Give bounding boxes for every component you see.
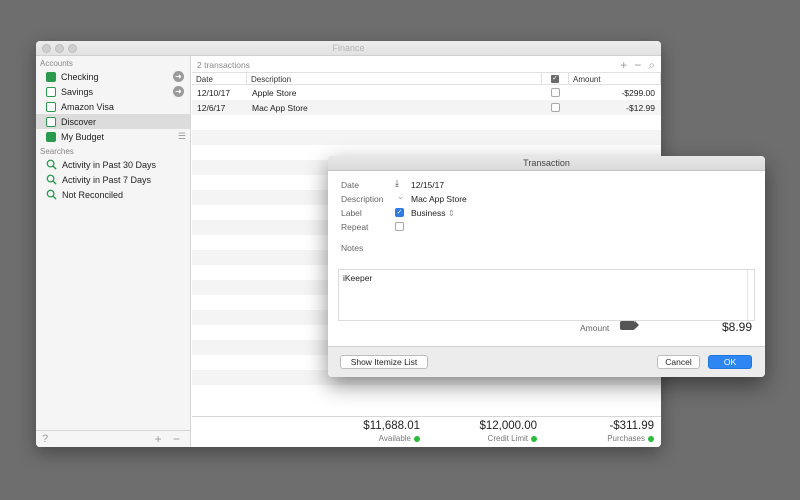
status-dot-icon: [648, 436, 654, 442]
label-select[interactable]: Business ⇕: [411, 208, 455, 219]
savings-icon: [46, 86, 56, 97]
label-label: Label: [341, 208, 362, 218]
sidebar-item-savings[interactable]: Savings ➜: [36, 84, 190, 99]
show-itemize-list-button[interactable]: Show Itemize List: [340, 355, 428, 369]
amount-label: Amount: [580, 323, 610, 333]
transaction-panel: Transaction Date ⤓ 12/15/17 Description …: [328, 156, 765, 377]
searches-header: Searches: [40, 147, 74, 156]
chevron-down-icon[interactable]: ⌄: [397, 192, 404, 201]
sidebar-item-label: Checking: [61, 71, 99, 82]
stepper-icon: ⇕: [447, 208, 455, 218]
title-bar: Finance: [36, 41, 661, 56]
column-description[interactable]: Description: [247, 73, 542, 84]
sidebar-item-label: Savings: [61, 86, 94, 97]
transactions-toolbar: 2 transactions + − ⌕: [192, 56, 661, 72]
sidebar-item-label: Discover: [61, 116, 97, 127]
summary-value: $11,688.01: [363, 420, 420, 432]
label-checkbox[interactable]: ✓: [395, 208, 404, 217]
add-remove-account-buttons[interactable]: + −: [155, 432, 184, 446]
help-button[interactable]: ?: [42, 433, 48, 445]
summary-credit-limit: $12,000.00 Credit Limit: [479, 420, 537, 443]
notes-textarea[interactable]: iKeeper: [338, 269, 755, 321]
cancel-button[interactable]: Cancel: [657, 355, 700, 369]
reconciled-checkbox[interactable]: [551, 103, 560, 112]
sidebar-footer: ? + −: [36, 430, 190, 447]
sidebar: Accounts Checking ➜ Savings ➜ Amazon Vis…: [36, 56, 191, 447]
date-picker-icon[interactable]: ⤓: [395, 178, 399, 189]
sidebar-item-search-7-days[interactable]: Activity in Past 7 Days: [36, 172, 190, 187]
card-icon: [46, 116, 56, 127]
reconciled-checkbox[interactable]: [551, 88, 560, 97]
table-row[interactable]: 12/10/17 Apple Store -$299.00: [192, 85, 661, 100]
summary-available: $11,688.01 Available: [363, 420, 420, 443]
sidebar-item-label: Activity in Past 7 Days: [62, 174, 152, 185]
ok-button[interactable]: OK: [708, 355, 752, 369]
tag-icon[interactable]: [620, 321, 639, 330]
notes-label: Notes: [341, 243, 364, 253]
remove-transaction-icon[interactable]: −: [634, 58, 641, 73]
sidebar-item-amazon-visa[interactable]: Amazon Visa: [36, 99, 190, 114]
search-icon: [46, 159, 57, 170]
summary-label: Available: [378, 434, 411, 443]
table-row[interactable]: 12/6/17 Mac App Store -$12.99: [192, 100, 661, 115]
sidebar-item-label: My Budget: [61, 131, 105, 142]
sidebar-item-discover[interactable]: Discover: [36, 114, 190, 129]
amount-field[interactable]: $8.99: [722, 320, 752, 334]
empty-row: [192, 130, 661, 145]
transaction-form: Date ⤓ 12/15/17 Description ⌄ Mac App St…: [328, 171, 765, 346]
column-reconciled[interactable]: ✓: [542, 73, 569, 84]
repeat-checkbox[interactable]: [395, 222, 404, 231]
notes-scrollbar[interactable]: [747, 270, 754, 320]
sidebar-item-label: Amazon Visa: [61, 101, 114, 112]
search-icon[interactable]: ⌕: [648, 58, 655, 73]
column-amount[interactable]: Amount: [569, 73, 661, 84]
date-field[interactable]: 12/15/17: [411, 180, 444, 190]
row-description: Mac App Store: [252, 102, 308, 113]
list-icon[interactable]: ☰: [178, 132, 186, 141]
sidebar-item-label: Not Reconciled: [62, 189, 124, 200]
go-arrow-icon[interactable]: ➜: [173, 71, 184, 82]
account-summary: $11,688.01 Available $12,000.00 Credit L…: [192, 416, 661, 447]
row-date: 12/6/17: [197, 102, 226, 113]
search-icon: [46, 174, 57, 185]
summary-label: Purchases: [607, 434, 645, 443]
accounts-header: Accounts: [40, 59, 73, 68]
summary-value: -$311.99: [609, 420, 654, 432]
summary-purchases: -$311.99 Purchases: [607, 420, 654, 443]
date-label: Date: [341, 180, 359, 190]
sidebar-item-label: Activity in Past 30 Days: [62, 159, 157, 170]
search-icon: [46, 189, 57, 200]
go-arrow-icon[interactable]: ➜: [173, 86, 184, 97]
repeat-label: Repeat: [341, 222, 369, 232]
row-amount: -$12.99: [626, 102, 655, 113]
card-icon: [46, 101, 56, 112]
checkbook-icon: [46, 71, 56, 82]
row-description: Apple Store: [252, 87, 297, 98]
column-date[interactable]: Date: [192, 73, 247, 84]
panel-title: Transaction: [328, 156, 765, 171]
summary-label: Credit Limit: [487, 434, 528, 443]
notes-text: iKeeper: [343, 273, 373, 283]
status-dot-icon: [531, 436, 537, 442]
row-amount: -$299.00: [621, 87, 655, 98]
label-select-value: Business: [411, 208, 446, 218]
sidebar-item-checking[interactable]: Checking ➜: [36, 69, 190, 84]
sidebar-item-search-30-days[interactable]: Activity in Past 30 Days: [36, 157, 190, 172]
panel-footer: Show Itemize List Cancel OK: [328, 346, 765, 377]
budget-icon: [46, 131, 56, 142]
summary-value: $12,000.00: [479, 420, 537, 432]
description-label: Description: [341, 194, 384, 204]
row-date: 12/10/17: [197, 87, 231, 98]
description-field[interactable]: Mac App Store: [411, 194, 467, 204]
sidebar-item-not-reconciled[interactable]: Not Reconciled: [36, 187, 190, 202]
transaction-count: 2 transactions: [197, 60, 250, 70]
window-title: Finance: [332, 43, 365, 53]
sidebar-item-my-budget[interactable]: My Budget ☰: [36, 129, 190, 144]
checkmark-icon: ✓: [551, 74, 559, 83]
table-header: Date Description ✓ Amount: [192, 72, 661, 85]
status-dot-icon: [414, 436, 420, 442]
add-transaction-icon[interactable]: +: [620, 58, 627, 73]
empty-row: [192, 115, 661, 130]
